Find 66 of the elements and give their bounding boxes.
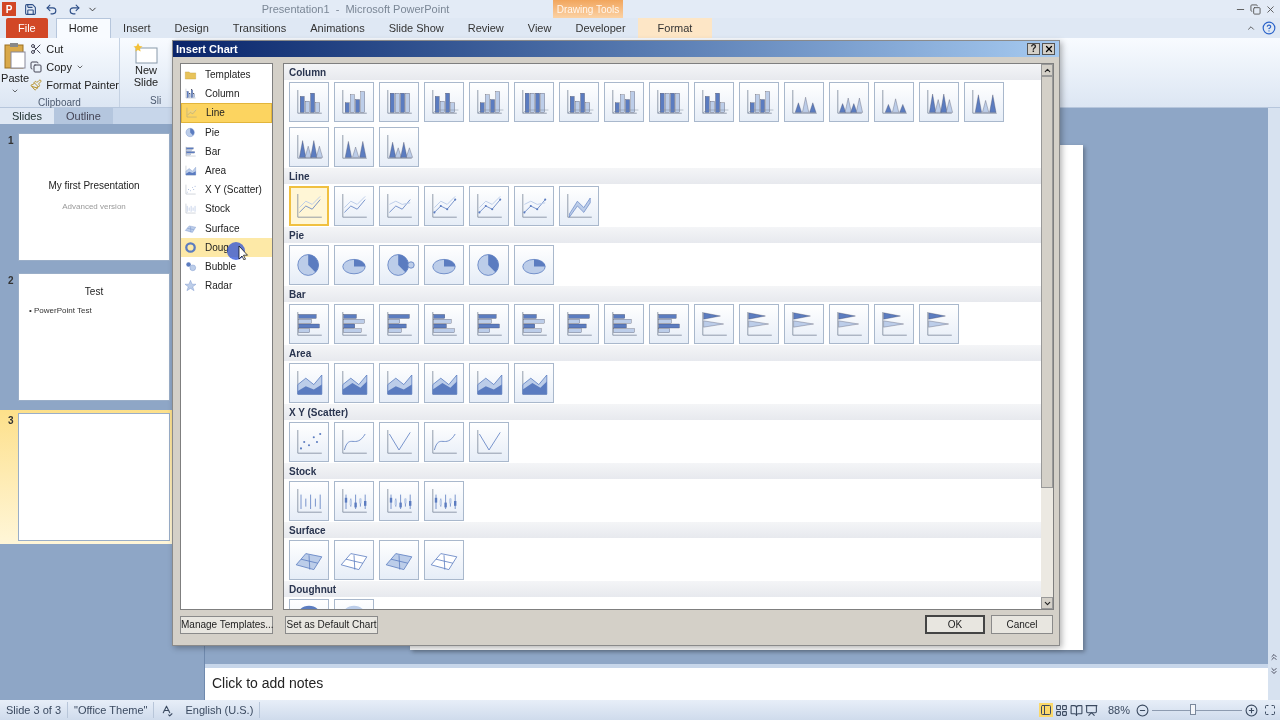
- help-button[interactable]: ?: [1027, 43, 1040, 55]
- ok-button[interactable]: OK: [925, 615, 985, 634]
- slide-number: 3: [7, 414, 15, 428]
- chart-type-item[interactable]: Column: [181, 84, 272, 104]
- app-logo: P: [2, 2, 16, 16]
- pane-tab[interactable]: Outline: [53, 108, 113, 124]
- gallery-section-heading: Doughnut: [284, 581, 1041, 597]
- notes-field[interactable]: Click to add notes: [205, 664, 1268, 700]
- slide-thumbnail[interactable]: Test • PowerPoint Test: [18, 273, 170, 401]
- slide-number: 1: [7, 134, 15, 148]
- manage-templates-button[interactable]: Manage Templates...: [180, 615, 273, 634]
- chart-type-item[interactable]: Area: [181, 160, 272, 181]
- gallery-section-heading: Stock: [284, 463, 1041, 479]
- set-default-chart-button[interactable]: Set as Default Chart: [285, 615, 378, 634]
- new-slide-button[interactable]: New Slide: [120, 38, 172, 93]
- gallery-section-heading: Pie: [284, 227, 1041, 243]
- dialog-title: Insert Chart: [176, 41, 239, 57]
- slide-title: Test: [84, 285, 104, 299]
- ribbon-tab[interactable]: Home: [55, 18, 112, 38]
- window-title: Presentation1 - Microsoft PowerPoint: [260, 1, 451, 17]
- ribbon-tab[interactable]: Transitions: [220, 18, 299, 38]
- gallery-section-heading: Area: [284, 345, 1041, 361]
- gallery-section-heading: Column: [284, 64, 1041, 80]
- cancel-button[interactable]: Cancel: [991, 615, 1053, 634]
- ribbon-tab[interactable]: Design: [162, 18, 221, 38]
- chart-type-item[interactable]: Surface: [181, 218, 272, 238]
- slide-thumbnail-row[interactable]: 3: [0, 410, 172, 544]
- chart-type-item[interactable]: Line: [181, 103, 272, 123]
- slide-thumbnail-row[interactable]: 1 My first Presentation Advanced version: [0, 130, 172, 264]
- theme-name: "Office Theme": [68, 701, 155, 719]
- chart-type-item[interactable]: Radar: [181, 276, 272, 296]
- slide-title: My first Presentation: [48, 179, 140, 193]
- language-label: English (U.S.): [179, 701, 261, 719]
- chart-type-item[interactable]: X Y (Scatter): [181, 180, 272, 200]
- ribbon-tab[interactable]: Animations: [298, 18, 377, 38]
- ribbon-tab[interactable]: View: [515, 18, 564, 38]
- chart-type-item[interactable]: Stock: [181, 199, 272, 219]
- pane-tab[interactable]: Slides: [0, 108, 54, 124]
- ribbon-tab[interactable]: Insert: [111, 18, 163, 38]
- slide-bullet: • PowerPoint Test: [29, 305, 92, 317]
- slide-number: 2: [7, 274, 15, 288]
- zoom-level: 88%: [1107, 702, 1130, 718]
- paste-button[interactable]: Paste: [0, 38, 31, 95]
- chart-type-item[interactable]: Pie: [181, 122, 272, 142]
- ribbon-tab[interactable]: Format: [637, 18, 713, 38]
- slide-thumbnail-row[interactable]: 2 Test • PowerPoint Test: [0, 270, 172, 404]
- gallery-section-heading: X Y (Scatter): [284, 404, 1041, 420]
- gallery-section-heading: Surface: [284, 522, 1041, 538]
- format-painter-button[interactable]: Format Painter: [30, 77, 119, 93]
- ribbon-tab[interactable]: Slide Show: [376, 18, 456, 38]
- cut-button[interactable]: Cut: [30, 41, 119, 57]
- contextual-tab-header: Drawing Tools: [553, 0, 623, 18]
- gallery-section-heading: Line: [284, 168, 1041, 184]
- group-label: Clipboard: [37, 95, 82, 109]
- group-label: Sli: [149, 94, 163, 107]
- ribbon-tab[interactable]: Review: [455, 18, 516, 38]
- chart-type-item[interactable]: Bubble: [181, 256, 272, 277]
- chart-type-item[interactable]: Templates: [181, 65, 272, 85]
- ribbon-tab[interactable]: File: [6, 18, 48, 38]
- gallery-section-heading: Bar: [284, 286, 1041, 302]
- slide-subtitle: Advanced version: [62, 201, 126, 213]
- chart-type-item[interactable]: Bar: [181, 141, 272, 161]
- slide-thumbnail[interactable]: My first Presentation Advanced version: [18, 133, 170, 261]
- slide-counter: Slide 3 of 3: [0, 701, 69, 719]
- ribbon-tab[interactable]: Developer: [563, 18, 638, 38]
- copy-button[interactable]: Copy: [30, 59, 119, 75]
